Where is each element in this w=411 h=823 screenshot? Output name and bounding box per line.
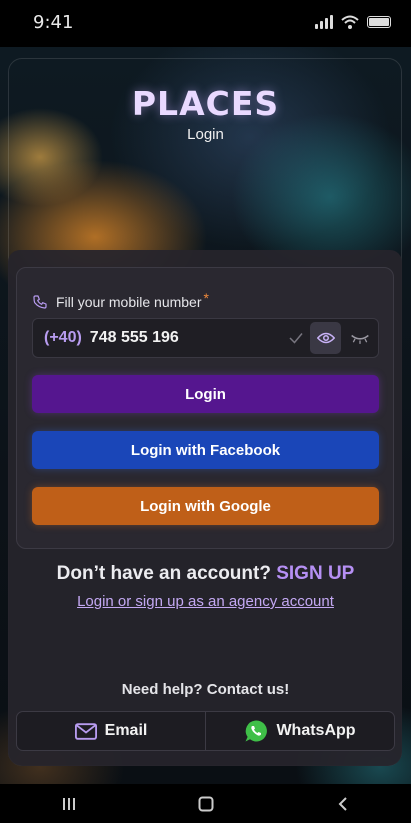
status-icons: [315, 15, 391, 29]
status-time: 9:41: [33, 12, 74, 33]
whatsapp-label: WhatsApp: [276, 722, 356, 739]
whatsapp-icon: [245, 720, 268, 742]
page-subtitle: Login: [187, 126, 224, 143]
email-label: Email: [104, 722, 148, 739]
eye-closed-icon: [350, 334, 369, 344]
agency-link[interactable]: Login or sign up as an agency account: [77, 593, 334, 610]
email-button[interactable]: Email: [17, 712, 205, 750]
signup-row: Don’t have an account? SIGN UP: [0, 563, 411, 585]
signal-icon: [315, 15, 333, 29]
contact-bar: Email WhatsApp: [16, 711, 395, 751]
required-marker: *: [203, 290, 209, 306]
phone-input[interactable]: (+40) 748 555 196: [32, 318, 379, 358]
eye-icon: [316, 332, 335, 344]
brand-title: PLACES: [131, 84, 280, 123]
agency-link-row: Login or sign up as an agency account: [0, 593, 411, 610]
phone-value[interactable]: 748 555 196: [90, 329, 179, 347]
back-button[interactable]: [323, 792, 363, 816]
phone-label: Fill your mobile number: [56, 294, 202, 310]
battery-icon: [367, 16, 391, 28]
back-icon: [338, 796, 347, 811]
phone-label-row: Fill your mobile number *: [32, 290, 209, 312]
whatsapp-button[interactable]: WhatsApp: [205, 712, 394, 750]
signup-prompt: Don’t have an account?: [56, 563, 271, 584]
login-google-button[interactable]: Login with Google: [32, 487, 379, 525]
recents-button[interactable]: [49, 792, 89, 816]
login-facebook-button[interactable]: Login with Facebook: [32, 431, 379, 469]
phone-icon: [33, 295, 47, 309]
recents-icon: [62, 797, 75, 810]
home-button[interactable]: [186, 792, 226, 816]
show-number-button[interactable]: [310, 322, 341, 354]
help-text: Need help? Contact us!: [121, 681, 290, 698]
country-code[interactable]: (+40): [44, 329, 82, 347]
hide-number-button[interactable]: [344, 322, 375, 354]
wifi-icon: [341, 15, 359, 29]
signup-link[interactable]: SIGN UP: [276, 563, 354, 584]
system-nav-bar: [0, 784, 411, 823]
check-icon: [289, 333, 303, 344]
login-button[interactable]: Login: [32, 375, 379, 413]
mail-icon: [74, 722, 97, 740]
status-bar: 9:41: [0, 0, 411, 47]
home-icon: [198, 796, 213, 811]
